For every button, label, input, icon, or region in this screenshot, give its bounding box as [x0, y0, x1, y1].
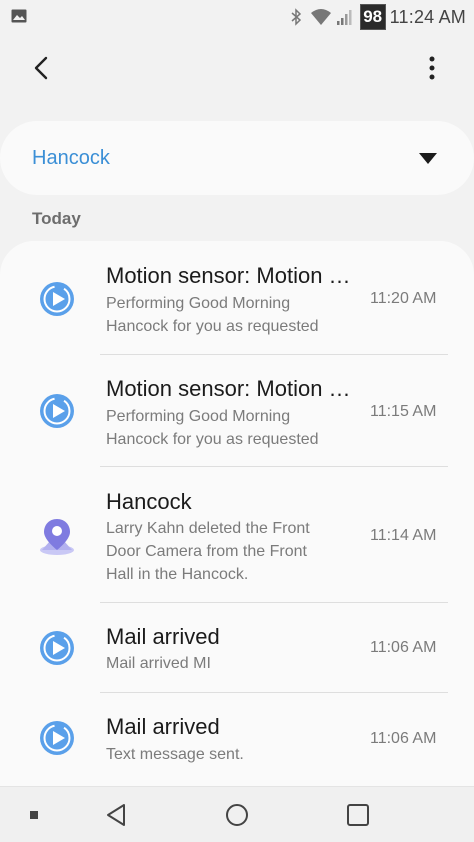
more-options-button[interactable] — [412, 48, 452, 88]
status-time: 11:24 AM — [389, 6, 466, 27]
back-button[interactable] — [22, 48, 62, 88]
notification-item[interactable]: Motion sensor: Motion detected Performin… — [0, 241, 474, 355]
notification-time: 11:06 AM — [370, 730, 437, 747]
notification-title: Mail arrived — [106, 624, 220, 649]
notification-subtitle: Performing Good Morning Hancock for you … — [106, 292, 356, 338]
nav-home-button[interactable] — [213, 787, 261, 842]
notification-time: 11:20 AM — [370, 290, 437, 307]
battery-level: 98 — [359, 4, 386, 30]
play-circle-icon — [40, 394, 74, 428]
notification-item[interactable]: Motion sensor: Motion detected Performin… — [0, 355, 474, 467]
notification-title: Mail arrived — [106, 714, 220, 739]
play-circle-icon — [40, 282, 74, 316]
notification-subtitle: Larry Kahn deleted the Front Door Camera… — [106, 517, 356, 586]
caret-down-icon — [419, 153, 437, 164]
subtitle-line: Larry Kahn deleted the Front — [106, 520, 310, 537]
gallery-icon — [11, 9, 27, 23]
screen: 98 11:24 AM Hancock Today Motion sensor:… — [0, 0, 474, 842]
subtitle-line: Performing Good Morning — [106, 295, 291, 312]
nav-back-button[interactable] — [92, 787, 140, 842]
notification-item[interactable]: Hancock Larry Kahn deleted the Front Doo… — [0, 467, 474, 602]
notification-title: Motion sensor: Motion detected — [106, 263, 352, 288]
location-dropdown[interactable]: Hancock — [0, 121, 474, 195]
notification-title: Hancock — [106, 489, 192, 514]
subtitle-line: Door Camera from the Front — [106, 543, 307, 560]
notification-subtitle: Mail arrived MI — [106, 652, 356, 675]
recents-dot-button[interactable] — [20, 787, 48, 842]
subtitle-line: Mail arrived MI — [106, 655, 211, 672]
subtitle-line: Text message sent. — [106, 746, 244, 763]
status-bar: 98 11:24 AM — [0, 0, 474, 34]
recents-dot-icon — [30, 811, 38, 819]
home-circle-icon — [226, 804, 248, 826]
play-circle-icon — [40, 631, 74, 665]
subtitle-line: Hancock for you as requested — [106, 318, 319, 335]
chevron-left-icon — [34, 56, 48, 80]
signal-icon — [336, 10, 352, 25]
bluetooth-icon — [291, 8, 301, 26]
nav-overview-button[interactable] — [334, 787, 382, 842]
subtitle-line: Hancock for you as requested — [106, 431, 319, 448]
wifi-icon — [310, 9, 331, 25]
more-vert-icon — [429, 56, 435, 80]
notification-item[interactable]: Mail arrived Mail arrived MI 11:06 AM — [0, 603, 474, 693]
subtitle-line: Hall in the Hancock. — [106, 566, 249, 583]
back-triangle-icon — [107, 804, 125, 826]
notification-subtitle: Text message sent. — [106, 743, 356, 766]
notification-subtitle: Performing Good Morning Hancock for you … — [106, 405, 356, 451]
location-pin-icon — [40, 519, 74, 555]
notification-item[interactable]: Mail arrived Text message sent. 11:06 AM — [0, 693, 474, 785]
play-circle-icon — [40, 721, 74, 755]
overview-square-icon — [347, 804, 369, 826]
section-header-today: Today — [32, 209, 81, 228]
navigation-bar — [0, 786, 474, 842]
notification-title: Motion sensor: Motion detected — [106, 376, 352, 401]
notification-time: 11:14 AM — [370, 527, 437, 544]
notification-time: 11:06 AM — [370, 639, 437, 656]
notification-time: 11:15 AM — [370, 403, 437, 420]
location-name: Hancock — [32, 147, 110, 169]
subtitle-line: Performing Good Morning — [106, 408, 291, 425]
